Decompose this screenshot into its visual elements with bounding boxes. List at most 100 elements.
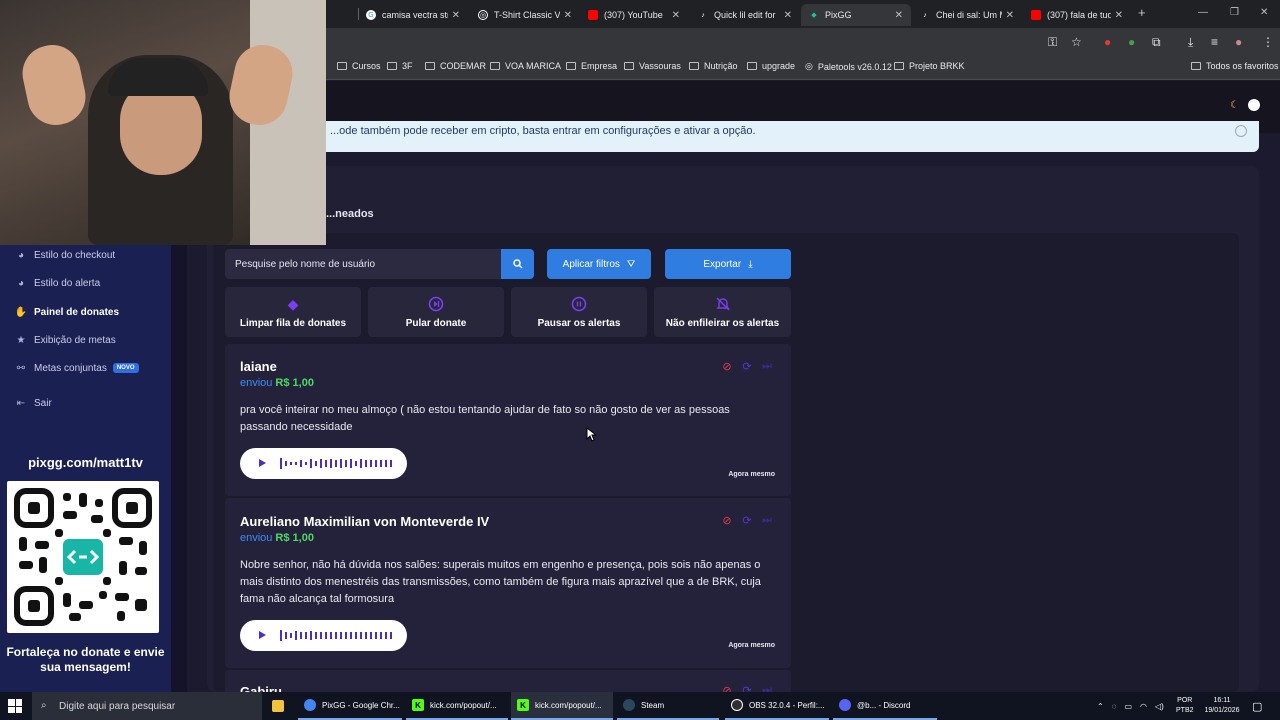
block-icon[interactable]: ⊘ [721, 514, 733, 527]
network-icon[interactable]: ◌ [1112, 702, 1117, 711]
bookmark-folder[interactable]: Projeto BRKK [894, 61, 965, 71]
search-icon: ⌕ [41, 700, 47, 711]
link-icon: ⚯ [16, 362, 26, 374]
clock[interactable]: 16:11 19/01/2026 [1200, 692, 1244, 720]
battery-icon[interactable]: ▭ [1124, 702, 1132, 711]
replay-icon[interactable]: ⟳ [741, 514, 753, 527]
language-indicator[interactable]: POR PTB2 [1176, 692, 1194, 720]
taskbar-app[interactable]: PixGG - Google Chr... [298, 692, 402, 720]
extension-icon[interactable]: ● [1104, 35, 1111, 49]
close-icon[interactable]: ✕ [1115, 10, 1123, 21]
notification-icon[interactable]: ▢ [1252, 692, 1262, 720]
menu-icon[interactable]: ⋮ [1262, 35, 1274, 49]
folder-icon [425, 62, 435, 70]
export-button[interactable]: Exportar ⤓ [665, 249, 791, 279]
logout-icon: ⇤ [16, 397, 26, 409]
wifi-icon[interactable]: ◠ [1140, 702, 1147, 711]
bookmark-folder[interactable]: 3F [387, 61, 413, 71]
theme-toggle[interactable]: ☾ [1230, 98, 1260, 112]
avatar[interactable]: ● [1235, 35, 1242, 49]
skip-icon[interactable]: ⏭ [761, 684, 773, 693]
volume-icon[interactable]: ◁) [1155, 702, 1164, 711]
play-icon[interactable] [259, 631, 266, 639]
taskbar-app[interactable]: OBS 32.0.4 - Perfil:... [725, 692, 829, 720]
close-icon[interactable]: ✕ [1006, 10, 1014, 21]
donate-actions: ⊘ ⟳ ⏭ [721, 684, 773, 693]
globe-icon: ◎ [478, 10, 488, 20]
download-icon[interactable]: ⤓ [1188, 35, 1193, 50]
all-bookmarks[interactable]: Todos os favoritos [1191, 61, 1279, 71]
sidebar-item-checkout-style[interactable]: ◕ Estilo do checkout [15, 249, 115, 261]
search-button[interactable] [501, 249, 534, 279]
qr-code [7, 481, 159, 633]
close-icon[interactable] [1235, 125, 1247, 137]
browser-tab[interactable]: (307) YouTube ✕ [580, 4, 688, 26]
profile-link[interactable]: pixgg.com/matt1tv [0, 455, 171, 470]
media-icon[interactable]: ≡ [1211, 35, 1218, 49]
search-input[interactable] [225, 249, 501, 279]
audio-player[interactable] [240, 448, 407, 479]
donor-name: Aureliano Maximilian von Monteverde IV [240, 514, 490, 529]
bookmark-folder[interactable]: Empresa [566, 61, 617, 71]
maximize-icon[interactable]: ❐ [1230, 7, 1239, 18]
browser-tab[interactable]: ♪ Chei di sal: Um M ✕ [912, 4, 1022, 26]
audio-player[interactable] [240, 620, 407, 651]
bookmark-folder[interactable]: Nutrição [689, 61, 738, 71]
block-icon[interactable]: ⊘ [721, 360, 733, 373]
taskbar-app[interactable]: K kick.com/popout/... [406, 692, 508, 720]
skip-donate-button[interactable]: Pular donate [368, 287, 504, 337]
taskbar-file-explorer[interactable] [272, 692, 290, 720]
close-icon[interactable]: ✕ [672, 10, 680, 21]
close-icon[interactable]: ✕ [784, 10, 792, 21]
browser-tab[interactable]: ◎ T-Shirt Classic Ve ✕ [470, 4, 580, 26]
new-tab-button[interactable]: + [1138, 5, 1146, 20]
browser-tab[interactable]: G camisa vectra stra ✕ [358, 4, 468, 26]
chevron-up-icon[interactable]: ⌃ [1097, 702, 1104, 711]
block-icon[interactable]: ⊘ [721, 684, 733, 693]
browser-tab-active[interactable]: ◆ PixGG ✕ [801, 4, 911, 26]
minimize-icon[interactable]: — [1198, 7, 1208, 18]
discord-icon [839, 699, 851, 711]
sidebar-item-logout[interactable]: ⇤ Sair [15, 397, 52, 409]
skip-icon[interactable]: ⏭ [761, 360, 773, 372]
taskbar-app[interactable]: @b... - Discord [833, 692, 937, 720]
close-icon[interactable]: ✕ [452, 10, 460, 21]
bookmark-folder[interactable]: Cursos [337, 61, 381, 71]
apply-filters-button[interactable]: Aplicar filtros ⛛ [547, 249, 651, 279]
puzzle-icon[interactable]: ⧉ [1152, 35, 1161, 50]
no-queue-alerts-button[interactable]: Não enfileirar os alertas [654, 287, 791, 337]
bookmark-folder[interactable]: CODEMAR [425, 61, 486, 71]
start-button[interactable] [8, 699, 22, 713]
skip-icon[interactable]: ⏭ [761, 514, 773, 526]
close-window-icon[interactable]: ✕ [1260, 7, 1268, 18]
close-icon[interactable]: ✕ [564, 10, 572, 21]
extension-icon[interactable]: ● [1128, 35, 1135, 49]
replay-icon[interactable]: ⟳ [741, 684, 753, 693]
taskbar-app[interactable]: Steam [617, 692, 719, 720]
play-icon[interactable] [259, 459, 266, 467]
clear-queue-button[interactable]: ◆ Limpar fila de donates [225, 287, 361, 337]
search-icon [512, 259, 523, 269]
bookmark-folder[interactable]: Vassouras [624, 61, 681, 71]
bookmark-folder[interactable]: VOA MARICA [490, 61, 561, 71]
replay-icon[interactable]: ⟳ [741, 360, 753, 373]
browser-tab[interactable]: (307) fala de tudo ✕ [1023, 4, 1131, 26]
google-icon: G [366, 10, 376, 20]
youtube-icon [1031, 10, 1041, 20]
taskbar-app[interactable]: K kick.com/popout/... [511, 692, 613, 720]
bookmark-link[interactable]: ◎ Paletools v26.0.12 [805, 61, 892, 72]
close-icon[interactable]: ✕ [895, 10, 903, 21]
sidebar-item-donate-panel[interactable]: ✋ Painel de donates [15, 306, 119, 318]
sidebar-item-alert-style[interactable]: ◕ Estilo do alerta [15, 277, 100, 289]
taskbar-search[interactable]: ⌕ Digite aqui para pesquisar [32, 692, 262, 720]
star-icon[interactable]: ☆ [1071, 35, 1082, 49]
pause-alerts-button[interactable]: Pausar os alertas [511, 287, 647, 337]
bookmark-folder[interactable]: upgrade [747, 61, 795, 71]
donate-card: laiane ⊘ ⟳ ⏭ enviou R$ 1,00 pra você inte… [225, 344, 791, 496]
kick-icon: K [412, 699, 424, 711]
sidebar-item-goals[interactable]: ★ Exibição de metas [15, 334, 116, 346]
sidebar-item-joint-goals[interactable]: ⚯ Metas conjuntas NOVO [15, 362, 139, 374]
key-icon[interactable]: ⚿ [1048, 35, 1057, 50]
browser-tab[interactable]: ♪ Quick lil edit for ✕ [690, 4, 800, 26]
info-notice: ...ode também pode receber em cripto, ba… [300, 121, 1259, 152]
